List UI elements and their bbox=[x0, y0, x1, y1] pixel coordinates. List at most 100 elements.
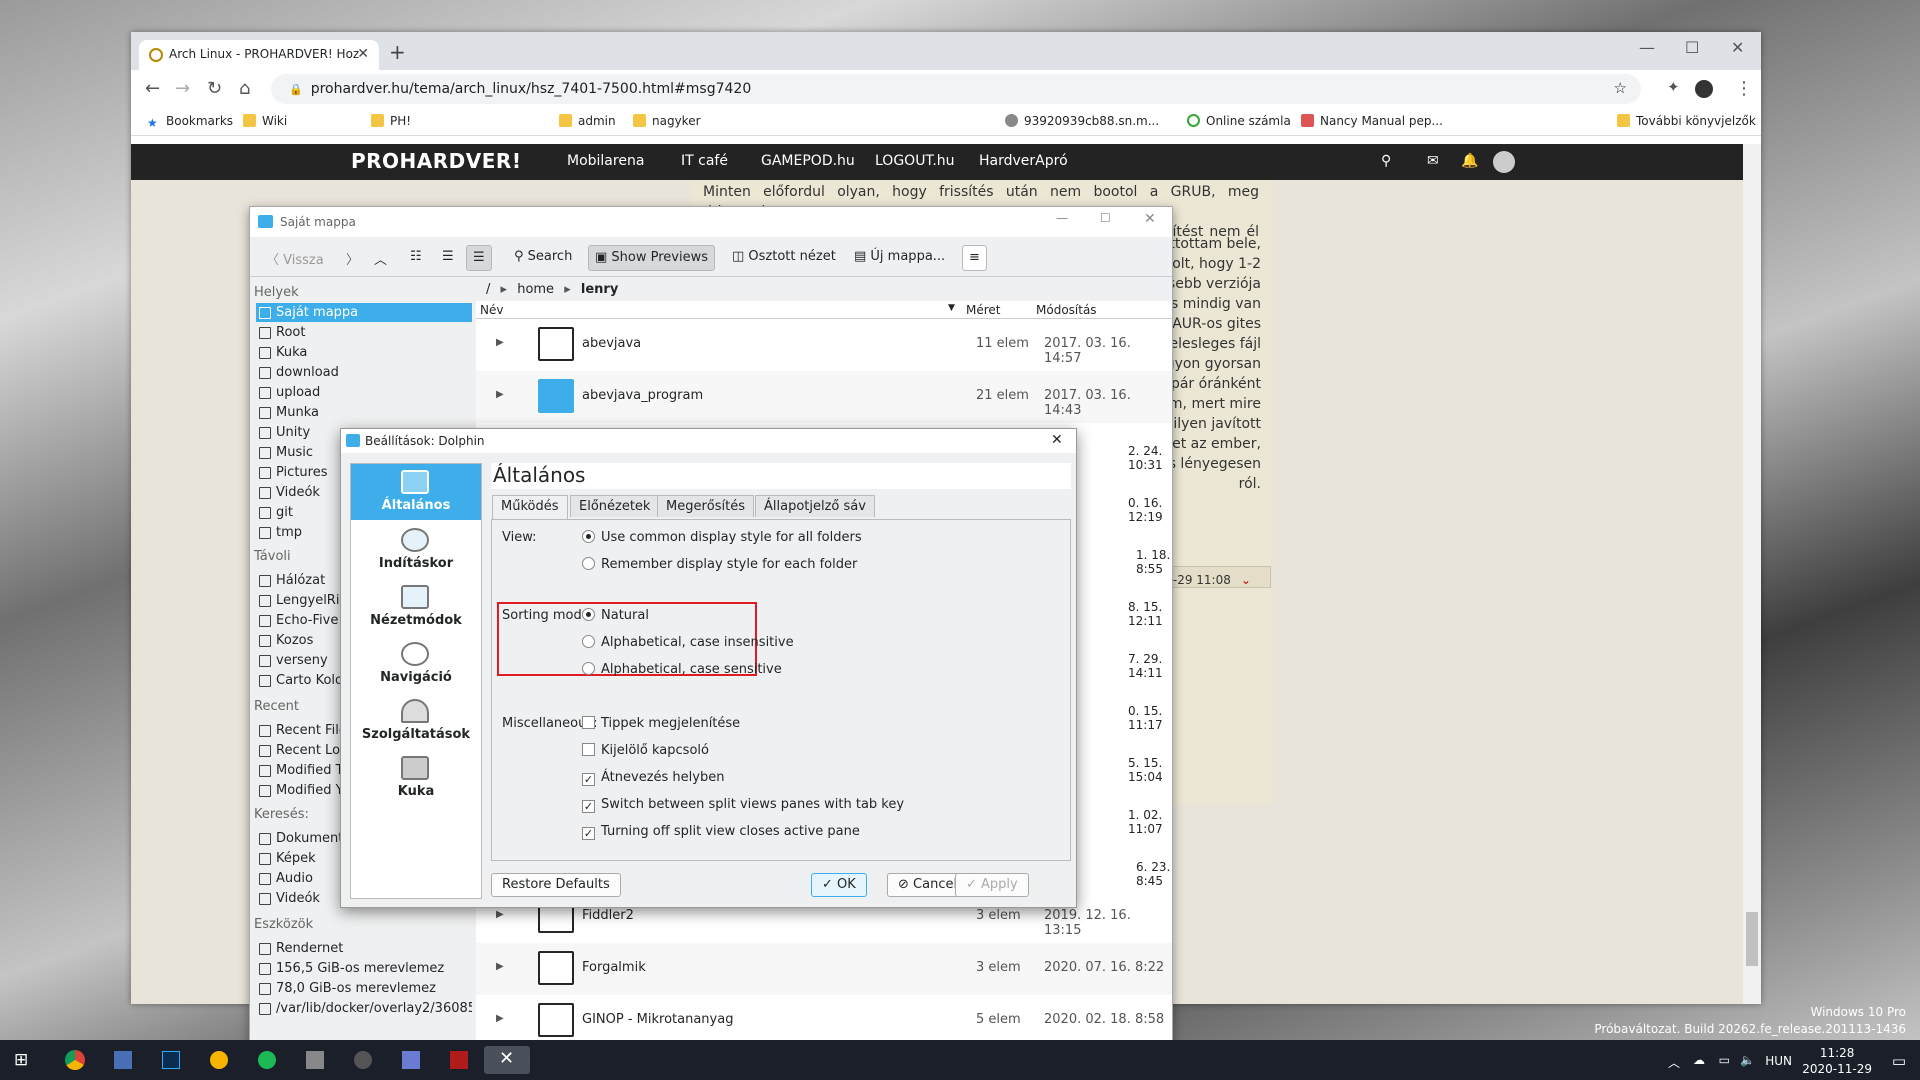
xserver-taskbar-icon[interactable]: ✕ bbox=[484, 1046, 530, 1074]
view-common-radio[interactable]: Use common display style for all folders bbox=[582, 530, 862, 545]
back-icon[interactable]: ← bbox=[145, 78, 160, 99]
bookmark-item[interactable]: PH! bbox=[371, 114, 411, 128]
tab-behavior[interactable]: Működés bbox=[492, 495, 568, 519]
search-icon[interactable]: ⚲ bbox=[1381, 153, 1391, 169]
apply-button[interactable]: ✓ Apply bbox=[955, 873, 1029, 897]
maximize-icon[interactable]: ☐ bbox=[1100, 211, 1111, 225]
file-row[interactable]: ▶ abevjava_program 21 elem 2017. 03. 16.… bbox=[476, 371, 1172, 423]
scroll-thumb[interactable] bbox=[1746, 912, 1758, 966]
bookmark-item[interactable]: nagyker bbox=[633, 114, 701, 128]
photoshop-taskbar-icon[interactable] bbox=[148, 1046, 194, 1074]
close-active-pane-checkbox[interactable]: ✓ Turning off split view closes active pa… bbox=[582, 824, 860, 840]
browser-tab[interactable]: Arch Linux - PROHARDVER! Hoz ✕ bbox=[139, 40, 379, 70]
sort-sensitive-radio[interactable]: Alphabetical, case sensitive bbox=[582, 662, 782, 677]
bookmark-item[interactable]: Online számla bbox=[1187, 114, 1291, 128]
compact-view-icon[interactable]: ☰ bbox=[436, 245, 460, 271]
expand-icon[interactable]: ▶ bbox=[496, 389, 504, 400]
place-item[interactable]: Kuka bbox=[256, 343, 472, 362]
category-services[interactable]: Szolgáltatások bbox=[351, 693, 481, 749]
bookmark-item[interactable]: Nancy Manual pep... bbox=[1301, 114, 1443, 128]
nav-link[interactable]: GAMEPOD.hu bbox=[761, 153, 855, 169]
expand-icon[interactable]: ▶ bbox=[496, 337, 504, 348]
app-taskbar-icon[interactable] bbox=[196, 1046, 242, 1074]
category-general[interactable]: Általános bbox=[351, 464, 481, 520]
nav-link[interactable]: Mobilarena bbox=[567, 153, 644, 169]
bookmark-item[interactable]: Wiki bbox=[243, 114, 287, 128]
spotify-taskbar-icon[interactable] bbox=[244, 1046, 290, 1074]
expand-icon[interactable]: ▶ bbox=[496, 961, 504, 972]
nav-link[interactable]: LOGOUT.hu bbox=[875, 153, 955, 169]
show-previews-button[interactable]: ▣ Show Previews bbox=[588, 245, 716, 271]
network-icon[interactable]: ▭ bbox=[1719, 1053, 1730, 1067]
notification-icon[interactable]: ▭ bbox=[1892, 1052, 1906, 1070]
back-button[interactable]: 〈 Vissza bbox=[260, 245, 330, 271]
expand-icon[interactable]: ▶ bbox=[496, 1013, 504, 1024]
up-icon[interactable]: ︿ bbox=[368, 245, 393, 271]
file-row[interactable]: ▶ abevjava 11 elem 2017. 03. 16. 14:57 bbox=[476, 319, 1172, 371]
tooltips-checkbox[interactable]: Tippek megjelenítése bbox=[582, 716, 740, 731]
col-modified[interactable]: Módosítás bbox=[1036, 303, 1097, 317]
category-navigation[interactable]: Navigáció bbox=[351, 636, 481, 692]
category-startup[interactable]: Indításkor bbox=[351, 522, 481, 578]
bookmark-item[interactable]: admin bbox=[559, 114, 616, 128]
split-view-button[interactable]: ◫ Osztott nézet bbox=[726, 245, 842, 271]
address-bar[interactable]: 🔒 prohardver.hu/tema/arch_linux/hsz_7401-… bbox=[271, 74, 1641, 104]
hamburger-menu-icon[interactable]: ≡ bbox=[962, 245, 987, 271]
icons-view-icon[interactable]: ☷ bbox=[404, 245, 428, 271]
save-taskbar-icon[interactable] bbox=[100, 1046, 146, 1074]
tab-statusbar[interactable]: Állapotjelző sáv bbox=[755, 495, 875, 517]
place-item[interactable]: download bbox=[256, 363, 472, 382]
volume-icon[interactable]: 🔈 bbox=[1740, 1053, 1755, 1067]
app-taskbar-icon[interactable] bbox=[292, 1046, 338, 1074]
crumb-home[interactable]: home bbox=[517, 282, 554, 297]
place-item[interactable]: upload bbox=[256, 383, 472, 402]
profile-avatar[interactable] bbox=[1695, 80, 1713, 98]
menu-icon[interactable]: ⋮ bbox=[1735, 78, 1753, 99]
view-per-folder-radio[interactable]: Remember display style for each folder bbox=[582, 557, 857, 572]
language-indicator[interactable]: HUN bbox=[1765, 1054, 1792, 1068]
chevron-up-icon[interactable]: ︿ bbox=[1668, 1054, 1680, 1071]
crumb-current[interactable]: lenry bbox=[581, 282, 618, 297]
category-view-modes[interactable]: Nézetmódok bbox=[351, 579, 481, 635]
file-row[interactable]: ▶ Forgalmik 3 elem 2020. 07. 16. 8:22 bbox=[476, 943, 1172, 995]
nav-link[interactable]: HardverApró bbox=[979, 153, 1068, 169]
place-item[interactable]: Saját mappa bbox=[256, 303, 472, 322]
ok-button[interactable]: ✓ OK bbox=[811, 873, 867, 897]
category-trash[interactable]: Kuka bbox=[351, 750, 481, 806]
reload-icon[interactable]: ↻ bbox=[207, 78, 222, 99]
sort-insensitive-radio[interactable]: Alphabetical, case insensitive bbox=[582, 635, 794, 650]
maximize-icon[interactable]: ☐ bbox=[1685, 38, 1699, 57]
page-scrollbar[interactable] bbox=[1743, 144, 1761, 1004]
col-name[interactable]: Név bbox=[480, 303, 503, 317]
place-item[interactable]: Munka bbox=[256, 403, 472, 422]
nav-link[interactable]: IT café bbox=[681, 153, 728, 169]
site-logo[interactable]: PROHARDVER! bbox=[351, 149, 521, 173]
minimize-icon[interactable]: — bbox=[1639, 38, 1655, 57]
sort-natural-radio[interactable]: Natural bbox=[582, 608, 649, 623]
user-avatar[interactable] bbox=[1493, 151, 1515, 173]
search-button[interactable]: ⚲ Search bbox=[508, 245, 578, 271]
selection-toggle-checkbox[interactable]: Kijelölő kapcsoló bbox=[582, 743, 709, 758]
app-taskbar-icon[interactable] bbox=[340, 1046, 386, 1074]
new-folder-button[interactable]: ▤ Új mappa... bbox=[848, 245, 951, 271]
crumb-root[interactable]: / bbox=[486, 282, 490, 297]
app-taskbar-icon[interactable] bbox=[388, 1046, 434, 1074]
app-taskbar-icon[interactable] bbox=[436, 1046, 482, 1074]
expand-icon[interactable]: ▶ bbox=[496, 909, 504, 920]
col-size[interactable]: Méret bbox=[966, 303, 1001, 317]
restore-defaults-button[interactable]: Restore Defaults bbox=[491, 873, 621, 897]
close-window-icon[interactable]: ✕ bbox=[1731, 38, 1744, 57]
bookmark-item[interactable]: További könyvjelzők bbox=[1617, 114, 1756, 128]
tab-confirmation[interactable]: Megerősítés bbox=[657, 495, 755, 517]
extensions-icon[interactable]: ✦ bbox=[1667, 78, 1680, 96]
place-item[interactable]: 78,0 GiB-os merevlemez bbox=[256, 979, 472, 998]
place-item[interactable]: Root bbox=[256, 323, 472, 342]
place-item[interactable]: /var/lib/docker/overlay2/360855 bbox=[256, 999, 472, 1018]
close-icon[interactable]: ✕ bbox=[1144, 211, 1156, 227]
place-item[interactable]: Rendernet bbox=[256, 939, 472, 958]
clock[interactable]: 11:28 2020-11-29 bbox=[1802, 1045, 1872, 1077]
new-tab-icon[interactable]: + bbox=[389, 40, 406, 64]
mail-icon[interactable]: ✉ bbox=[1427, 153, 1439, 169]
close-icon[interactable]: ✕ bbox=[1051, 432, 1063, 448]
bookmark-item[interactable]: ★ Bookmarks bbox=[147, 114, 233, 130]
